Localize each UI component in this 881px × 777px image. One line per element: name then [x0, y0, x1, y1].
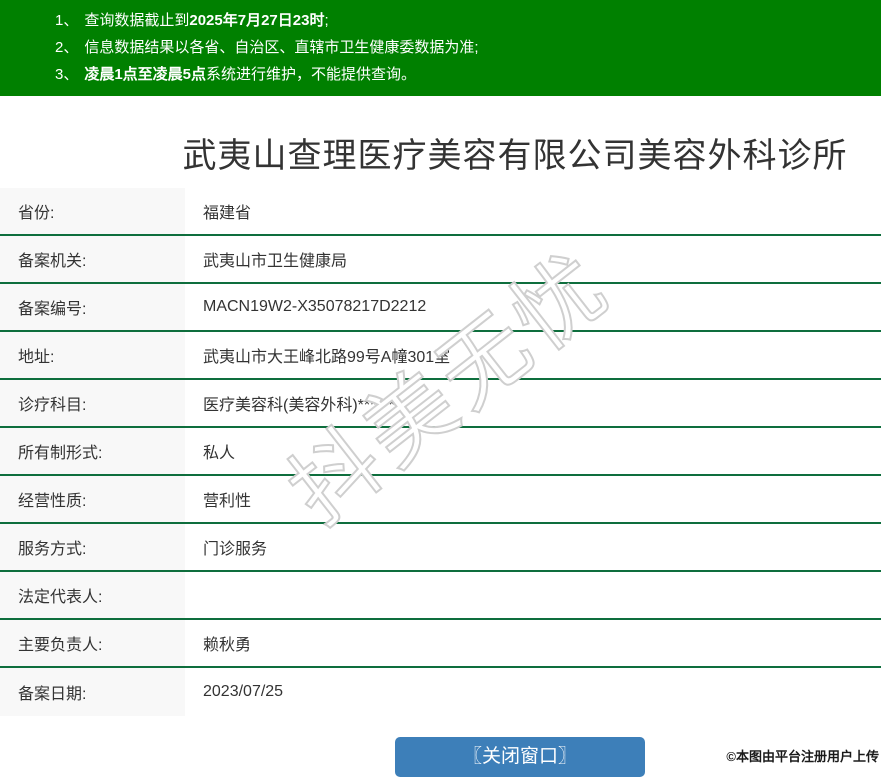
row-label: 诊疗科目:: [0, 380, 185, 426]
row-label: 备案日期:: [0, 668, 185, 716]
row-label: 省份:: [0, 188, 185, 234]
table-row-filing-date: 备案日期: 2023/07/25: [0, 668, 881, 716]
notice-number: 3、: [55, 66, 79, 83]
table-row-main-person-in-charge: 主要负责人: 赖秋勇: [0, 620, 881, 668]
notice-text: 系统进行维护，不能提供查询。: [206, 66, 417, 83]
notice-line-2: 2、 信息数据结果以各省、自治区、直辖市卫生健康委数据为准;: [55, 34, 871, 61]
row-value: [185, 572, 881, 618]
table-row-filing-authority: 备案机关: 武夷山市卫生健康局: [0, 236, 881, 284]
notice-text: ;: [324, 12, 329, 29]
row-value: 武夷山市大王峰北路99号A幢301室: [203, 349, 451, 366]
notice-line-1: 1、 查询数据截止到2025年7月27日23时;: [55, 7, 871, 34]
notice-number: 2、: [55, 39, 79, 56]
close-window-button[interactable]: 〖关闭窗口〗: [395, 737, 645, 777]
page-title: 武夷山查理医疗美容有限公司美容外科诊所: [182, 137, 848, 175]
row-label: 法定代表人:: [0, 572, 185, 618]
row-label: 备案机关:: [0, 236, 185, 282]
table-row-ownership-form: 所有制形式: 私人: [0, 428, 881, 476]
table-row-operating-nature: 经营性质: 营利性: [0, 476, 881, 524]
row-label: 所有制形式:: [0, 428, 185, 474]
table-row-address: 地址: 武夷山市大王峰北路99号A幢301室: [0, 332, 881, 380]
row-label: 服务方式:: [0, 524, 185, 570]
notice-text: 查询数据截止到: [84, 12, 190, 29]
notice-number: 1、: [55, 12, 79, 29]
notice-banner: 1、 查询数据截止到2025年7月27日23时; 2、 信息数据结果以各省、自治区、…: [0, 0, 881, 96]
table-row-filing-number: 备案编号: MACN19W2-X35078217D2212: [0, 284, 881, 332]
institution-info-table: 省份: 福建省 备案机关: 武夷山市卫生健康局 备案编号: MACN19W2-X…: [0, 188, 881, 716]
row-label: 经营性质:: [0, 476, 185, 522]
notice-text-bold: 2025年7月27日23时: [189, 12, 325, 29]
row-value: 营利性: [203, 493, 252, 510]
row-value: 医疗美容科(美容外科)******: [203, 397, 396, 414]
row-label: 地址:: [0, 332, 185, 378]
row-value: 武夷山市卫生健康局: [203, 253, 348, 270]
table-row-treatment-subjects: 诊疗科目: 医疗美容科(美容外科)******: [0, 380, 881, 428]
row-label: 主要负责人:: [0, 620, 185, 666]
image-credit-watermark: ©本图由平台注册用户上传: [726, 749, 879, 764]
table-row-legal-representative: 法定代表人:: [0, 572, 881, 620]
row-value: 2023/07/25: [203, 683, 284, 700]
row-value: MACN19W2-X35078217D2212: [203, 298, 427, 315]
notice-line-3: 3、 凌晨1点至凌晨5点系统进行维护，不能提供查询。: [55, 61, 871, 88]
table-row-service-mode: 服务方式: 门诊服务: [0, 524, 881, 572]
row-value: 私人: [203, 445, 236, 462]
row-value: 门诊服务: [203, 541, 268, 558]
notice-text: 信息数据结果以各省、自治区、直辖市卫生健康委数据为准;: [84, 39, 479, 56]
row-value: 赖秋勇: [203, 637, 252, 654]
notice-text-bold: 凌晨1点至凌晨5点: [84, 66, 207, 83]
table-row-province: 省份: 福建省: [0, 188, 881, 236]
row-value: 福建省: [203, 205, 252, 222]
row-label: 备案编号:: [0, 284, 185, 330]
